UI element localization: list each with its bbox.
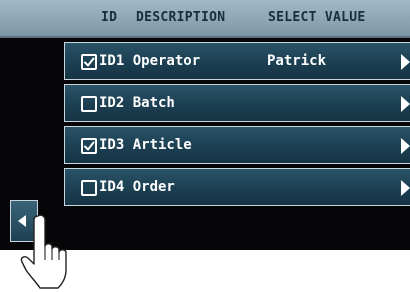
header-description: DESCRIPTION (136, 10, 226, 25)
chevron-right-icon[interactable] (401, 138, 410, 154)
row-label: ID2 Batch (99, 95, 175, 111)
row-label: ID4 Order (99, 179, 175, 195)
row-id2[interactable]: ID2 Batch (64, 84, 410, 122)
header-select-value: SELECT VALUE (268, 10, 366, 25)
row-id3[interactable]: ID3 Article (64, 126, 410, 164)
checkbox-icon[interactable] (81, 96, 97, 112)
header-id: ID (101, 10, 118, 25)
table-header: ID DESCRIPTION SELECT VALUE (0, 0, 410, 38)
chevron-right-icon[interactable] (401, 180, 410, 196)
row-label: ID3 Article (99, 137, 192, 153)
hand-pointer-icon (20, 214, 67, 289)
id-list: ID1 Operator Patrick ID2 Batch ID3 Artic… (64, 42, 410, 210)
row-label: ID1 Operator (99, 53, 201, 69)
checkbox-icon[interactable] (81, 138, 97, 154)
checkbox-icon[interactable] (81, 180, 97, 196)
row-id1[interactable]: ID1 Operator Patrick (64, 42, 410, 80)
row-id4[interactable]: ID4 Order (64, 168, 410, 206)
checkbox-icon[interactable] (81, 54, 97, 70)
chevron-right-icon[interactable] (401, 54, 410, 70)
chevron-right-icon[interactable] (401, 96, 410, 112)
row-value: Patrick (267, 53, 327, 69)
